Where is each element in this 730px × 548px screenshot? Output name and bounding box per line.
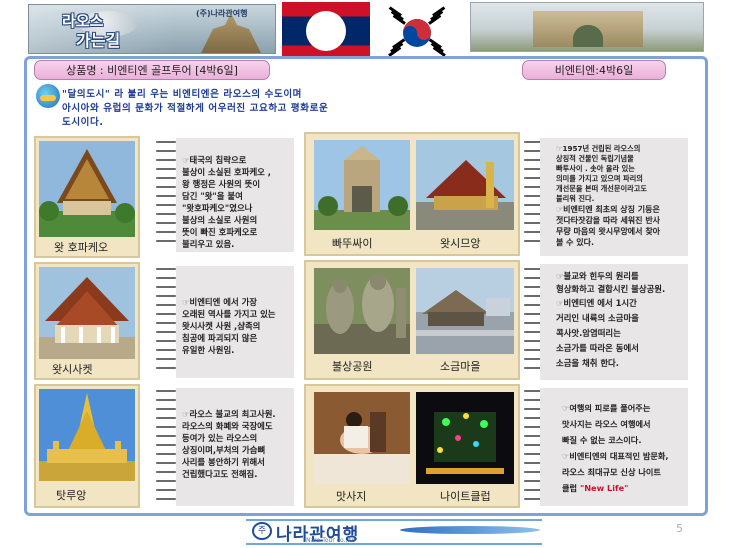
product-name-label: 상품명 : 비엔티엔 골프투어 [4박6일] [34,60,270,80]
that-luang-photo [39,389,135,481]
text-box-wat-sisaket: ☞비엔티엔 에서 가장 오래된 역사를 가지고 있는 왓시사켓 사원 ,샴족의 … [176,266,294,378]
text-line: 콕사앗.암염떠리는 [556,328,621,338]
text-line: 불상의 소실로 사원의 [182,215,258,225]
intro-line: 아시아와 유럽의 문화가 적절하게 어우러진 고요하고 평화로운 [62,103,329,114]
caption-wat-simuang: 왓시므앙 [440,237,481,250]
wat-sisaket-photo [39,267,135,359]
spiral-binding [156,141,176,249]
banner-title-road: 가는길 [76,31,121,50]
caption-nightclub: 나이트클럽 [440,490,491,503]
laos-flag [282,2,370,60]
wat-simuang-photo [416,140,514,230]
globe-icon [36,84,60,108]
text-line: 라오스 최대규모 신상 나이트 [562,467,661,477]
patuxai-graphic [533,11,643,47]
buddha-park-photo [314,268,410,354]
korea-flag [384,2,450,64]
spiral-binding [156,390,176,507]
text-line: 젓다타잣감을 따라 세워진 반사 [556,216,661,225]
text-box-that-luang: ☞라오스 불교의 최고사원. 라오스의 화폐와 국장에도 등여가 있는 라오스의… [176,388,294,506]
text-line: ☞비엔티엔 에서 1시간 [556,298,637,308]
highlight-new-life: "New Life" [579,483,629,493]
massage-photo [314,392,410,484]
text-line: 소금을 채취 한다. [556,358,619,368]
text-line: 라오스의 화폐와 국장에도 [182,421,273,431]
text-line: 왓시사켓 사원 ,샴족의 [182,321,261,331]
photo-frame-that-luang: 탓루앙 [34,384,140,508]
photo-frame-patuxai-simuang: 빠뚜싸이 왓시므앙 [304,132,520,256]
text-line: 왕 행정은 사원의 뜻이 [182,179,261,189]
text-line: 건립했다고도 전해짐. [182,469,258,479]
caption-massage: 맛사지 [336,490,367,503]
banner-brand: (주)나라관여행 [196,9,248,18]
text-line: 불리우고 있음. [182,239,235,249]
text-line: 무량 마음의 왓시무앙에서 찾아 [556,227,661,236]
text-line: ☞1957년 건립된 라오스의 [556,144,641,153]
text-line: 형상화하고 결합시킨 불상공원. [556,284,666,294]
footer-swoosh [400,526,540,534]
text-line: ☞비엔티엔 에서 가장 [182,297,257,307]
intro-line: "달의도시" 라 불리 우는 비엔티엔은 라오스의 수도이며 [62,89,303,100]
text-line: 빠질 수 없는 코스이다. [562,435,642,445]
caption-that-luang: 탓루앙 [56,489,87,502]
patuxai-photo [314,140,410,230]
text-line: 상징적 건물인 독립기념물 [556,154,634,163]
caption-patuxai: 빠뚜싸이 [332,237,373,250]
text-box-patuxai-simuang: ☞1957년 건립된 라오스의 상징적 건물인 독립기념물 빠투사이 . 솟아 … [540,138,688,256]
caption-salt-village: 소금마을 [440,360,481,373]
photo-frame-buddha-park-salt-village: 불상공원 소금마을 [304,260,520,380]
text-box-buddha-park-salt-village: ☞불교와 힌두의 원리를 형상화하고 결합시킨 불상공원. ☞비엔티엔 에서 1… [540,264,688,380]
text-line: ☞라오스 불교의 최고사원. [182,409,276,419]
caption-wat-ho-phra-keo: 왓 호파케오 [54,241,109,254]
text-line: 뜻이 빠진 호파케오로 [182,227,258,237]
duration-label: 비엔티엔:4박6일 [522,60,666,80]
text-line: 사리를 봉안하기 위해서 [182,457,265,467]
text-line: ☞여행의 피로를 풀어주는 [562,403,651,413]
footer-subtitle: Nara Tour co.,ltd [306,537,356,544]
text-line: 유일한 사원임. [182,345,235,355]
text-line: 오래된 역사를 가지고 있는 [182,309,276,319]
nightclub-photo [416,392,514,484]
photo-frame-wat-sisaket: 왓시사켓 [34,262,140,380]
text-line: 상징이며,부처의 가슴뼈 [182,445,266,455]
text-line: ☞태국의 침략으로 [182,155,247,165]
salt-village-photo [416,268,514,354]
text-line: 맛사지는 라오스 여행에서 [562,419,651,429]
wat-ho-phra-keo-photo [39,141,135,237]
page-number: 5 [676,522,683,535]
text-line: ☞불교와 힌두의 원리를 [556,271,639,281]
text-line: 소금가를 따라온 동에서 [556,343,639,353]
text-line: 의미를 가지고 있으며 파리의 [556,174,643,183]
photo-frame-wat-ho-phra-keo: 왓 호파케오 [34,136,140,258]
text-line: 등여가 있는 라오스의 [182,433,258,443]
text-line: 거리인 내륙의 소금마을 [556,313,639,323]
header-banner-right [470,2,704,52]
text-line: "왓호파케오"였으나 [182,203,253,213]
photo-frame-massage-nightclub: 맛사지 나이트클럽 [304,384,520,508]
footer-mark: 주 [252,522,272,540]
text-line: 불상이 소실된 호파케오 , [182,167,271,177]
text-box-massage-nightclub: ☞여행의 피로를 풀어주는 맛사지는 라오스 여행에서 빠질 수 없는 코스이다… [540,388,688,506]
caption-buddha-park: 불상공원 [332,360,373,373]
text-line: 클럽 "New Life" [562,483,629,493]
intro-line: 도시이다. [62,117,104,128]
text-line: 담긴 "왓"을 붙여 [182,191,243,201]
caption-wat-sisaket: 왓시사켓 [52,363,93,376]
text-line: 빠투사이 . 솟아 올라 있는 [556,164,635,173]
text-line: ☞비엔티엔의 대표적인 밤문화, [562,451,669,461]
text-line: 볼 수 있다. [556,238,595,247]
text-line: 개선문을 본떠 개선문이라고도 [556,184,647,193]
text-line: 침공에 파괴되지 않은 [182,333,258,343]
text-box-wat-ho-phra-keo: ☞태국의 침략으로 불상이 소실된 호파케오 , 왕 행정은 사원의 뜻이 담긴… [176,138,294,252]
text-line: ☞비엔티엔 최초의 상징 기둥은 [556,205,660,214]
intro-text: "달의도시" 라 불리 우는 비엔티엔은 라오스의 수도이며 아시아와 유럽의 … [62,88,562,130]
text-line: 불리워 진다. [556,194,595,203]
spiral-binding [156,268,176,376]
